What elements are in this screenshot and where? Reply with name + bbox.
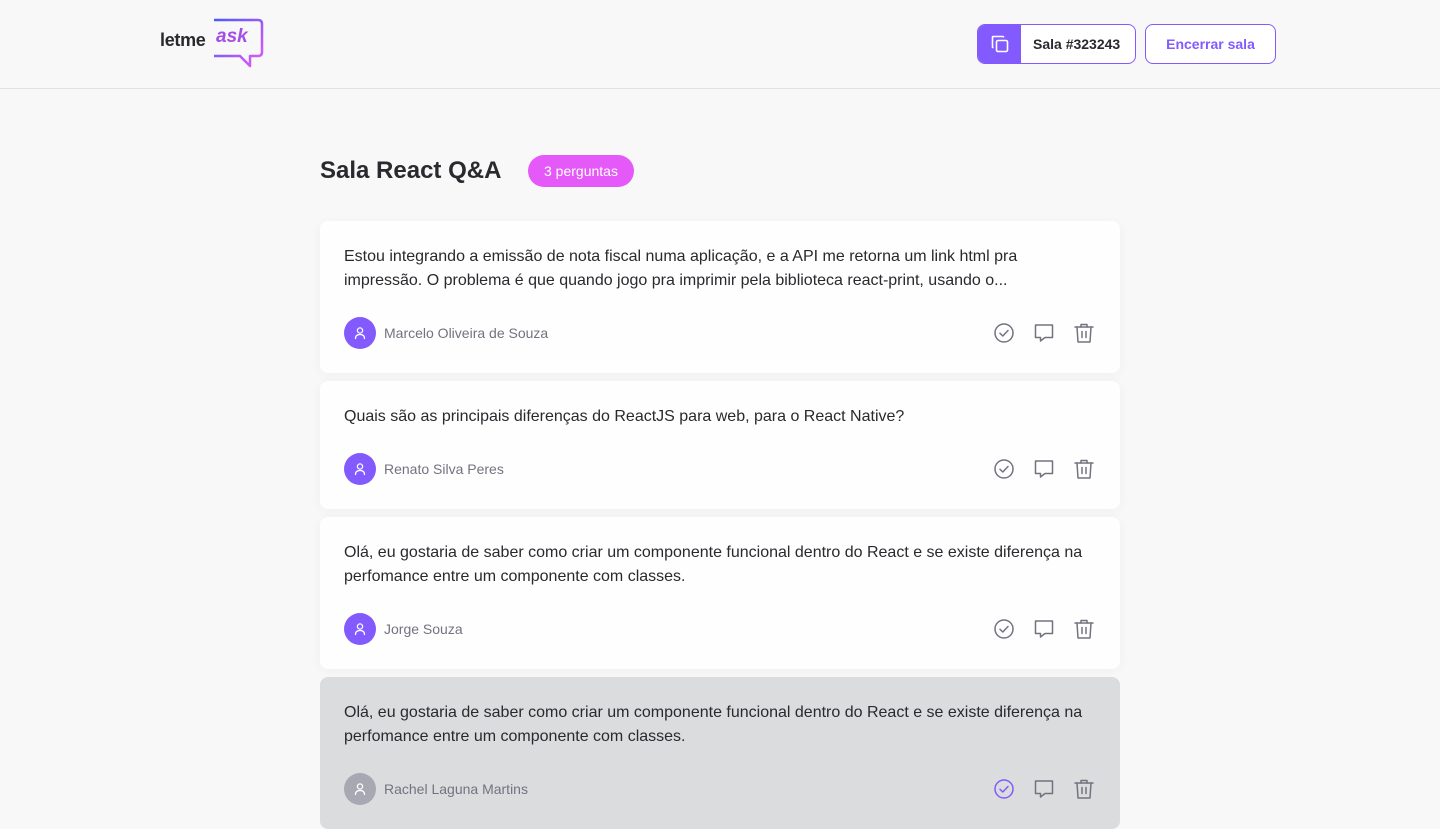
logo-text-letme: letme (160, 30, 206, 50)
user-info: Rachel Laguna Martins (344, 773, 528, 805)
question-content: Olá, eu gostaria de saber como criar um … (344, 544, 1083, 585)
question-card: Quais são as principais diferenças do Re… (320, 381, 1120, 509)
user-info: Marcelo Oliveira de Souza (344, 317, 548, 349)
logo-text-ask: ask (216, 26, 248, 47)
check-circle-icon[interactable] (992, 321, 1016, 345)
letmeask-logo[interactable]: letme ask (160, 18, 264, 68)
question-content: Quais são as principais diferenças do Re… (344, 408, 905, 425)
room-code-label: Sala #323243 (1033, 36, 1121, 52)
page-header: letme ask Sala #323243 Encerrar sala (0, 0, 1440, 89)
question-actions (976, 321, 1096, 345)
question-content: Olá, eu gostaria de saber como criar um … (344, 704, 1083, 745)
trash-icon[interactable] (1072, 617, 1096, 641)
check-circle-icon[interactable] (992, 457, 1016, 481)
trash-icon[interactable] (1072, 457, 1096, 481)
question-actions (976, 617, 1096, 641)
question-card: Estou integrando a emissão de nota fisca… (320, 221, 1120, 373)
question-content: Estou integrando a emissão de nota fisca… (344, 248, 1018, 289)
author-name: Jorge Souza (384, 621, 463, 637)
user-icon (344, 613, 376, 645)
question-card: Olá, eu gostaria de saber como criar um … (320, 517, 1120, 669)
user-icon (344, 453, 376, 485)
question-count-badge: 3 perguntas (528, 155, 634, 187)
chat-bubble-icon[interactable] (1032, 617, 1056, 641)
check-circle-icon[interactable] (992, 617, 1016, 641)
chat-bubble-icon[interactable] (1032, 457, 1056, 481)
question-footer: Renato Silva Peres (344, 453, 1096, 485)
chat-bubble-icon[interactable] (1032, 777, 1056, 801)
room-code-button[interactable]: Sala #323243 (977, 24, 1137, 64)
copy-icon (978, 25, 1021, 63)
trash-icon[interactable] (1072, 321, 1096, 345)
author-name: Marcelo Oliveira de Souza (384, 325, 549, 341)
page-title: Sala React Q&A (320, 157, 502, 184)
question-footer: Marcelo Oliveira de Souza (344, 317, 1096, 349)
question-actions (976, 777, 1096, 801)
user-info: Renato Silva Peres (344, 453, 504, 485)
chat-bubble-icon[interactable] (1032, 321, 1056, 345)
check-circle-icon[interactable] (992, 777, 1016, 801)
trash-icon[interactable] (1072, 777, 1096, 801)
close-room-button[interactable]: Encerrar sala (1145, 24, 1276, 64)
question-actions (976, 457, 1096, 481)
user-info: Jorge Souza (344, 613, 463, 645)
question-card-highlighted: Olá, eu gostaria de saber como criar um … (320, 677, 1120, 829)
question-footer: Jorge Souza (344, 613, 1096, 645)
question-footer: Rachel Laguna Martins (344, 773, 1096, 805)
user-icon (344, 773, 376, 805)
user-icon (344, 317, 376, 349)
author-name: Renato Silva Peres (384, 461, 504, 477)
author-name: Rachel Laguna Martins (384, 781, 528, 797)
